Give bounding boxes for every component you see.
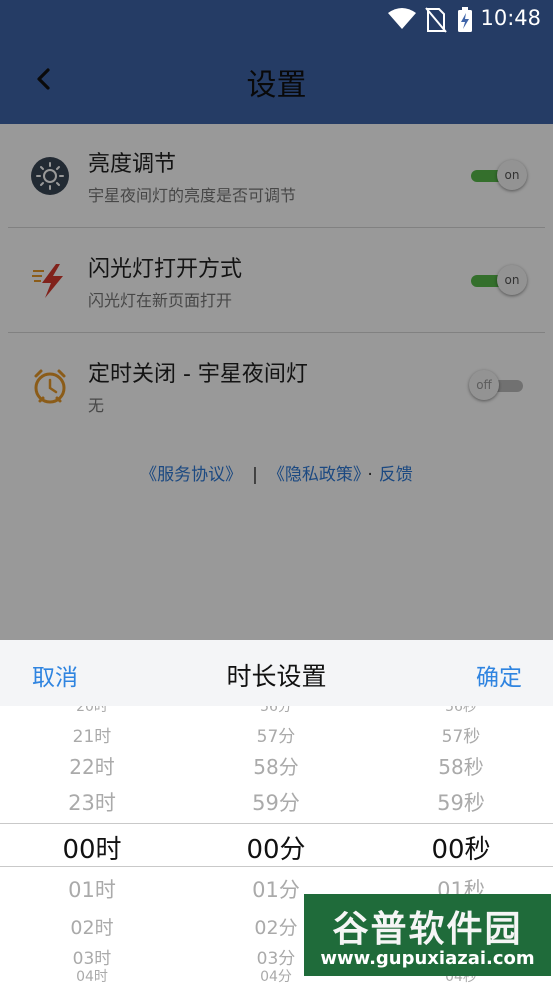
picker-item[interactable]: 21时: [0, 722, 184, 747]
modal-scrim[interactable]: [0, 0, 553, 640]
picker-item[interactable]: 56分: [184, 706, 368, 716]
picker-selected-item[interactable]: 00秒: [369, 829, 553, 866]
picker-item[interactable]: 01时: [0, 874, 184, 904]
picker-item[interactable]: 57分: [184, 722, 368, 747]
watermark-logo: 谷普软件园 www.gupuxiazai.com: [304, 894, 551, 976]
watermark-url: www.gupuxiazai.com: [320, 948, 535, 969]
picker-item[interactable]: 23时: [0, 787, 184, 817]
battery-charging-icon: [457, 7, 473, 37]
confirm-button[interactable]: 确定: [476, 658, 522, 692]
picker-item[interactable]: 58分: [184, 751, 368, 780]
no-sim-icon: [425, 7, 447, 37]
wifi-icon: [387, 7, 417, 35]
picker-item[interactable]: 02时: [0, 913, 184, 940]
picker-selected-item[interactable]: 00时: [0, 829, 184, 866]
picker-item[interactable]: 59分: [184, 787, 368, 817]
picker-item[interactable]: 22时: [0, 751, 184, 780]
picker-selected-item[interactable]: 00分: [184, 829, 368, 866]
picker-item[interactable]: 57秒: [369, 722, 553, 747]
picker-item[interactable]: 58秒: [369, 751, 553, 780]
watermark-brand: 谷普软件园: [332, 909, 523, 950]
hour-wheel[interactable]: 20时 21时 22时 23时 00时 01时 02时 03时 04时: [0, 706, 184, 983]
picker-title: 时长设置: [226, 662, 327, 691]
picker-header: 取消 时长设置 确定: [0, 640, 553, 706]
picker-item[interactable]: 20时: [0, 706, 184, 716]
picker-item[interactable]: 04时: [0, 966, 184, 983]
picker-item[interactable]: 59秒: [369, 787, 553, 817]
status-time: 10:48: [480, 6, 541, 30]
status-bar: 10:48: [0, 0, 553, 40]
picker-item[interactable]: 56秒: [369, 706, 553, 716]
